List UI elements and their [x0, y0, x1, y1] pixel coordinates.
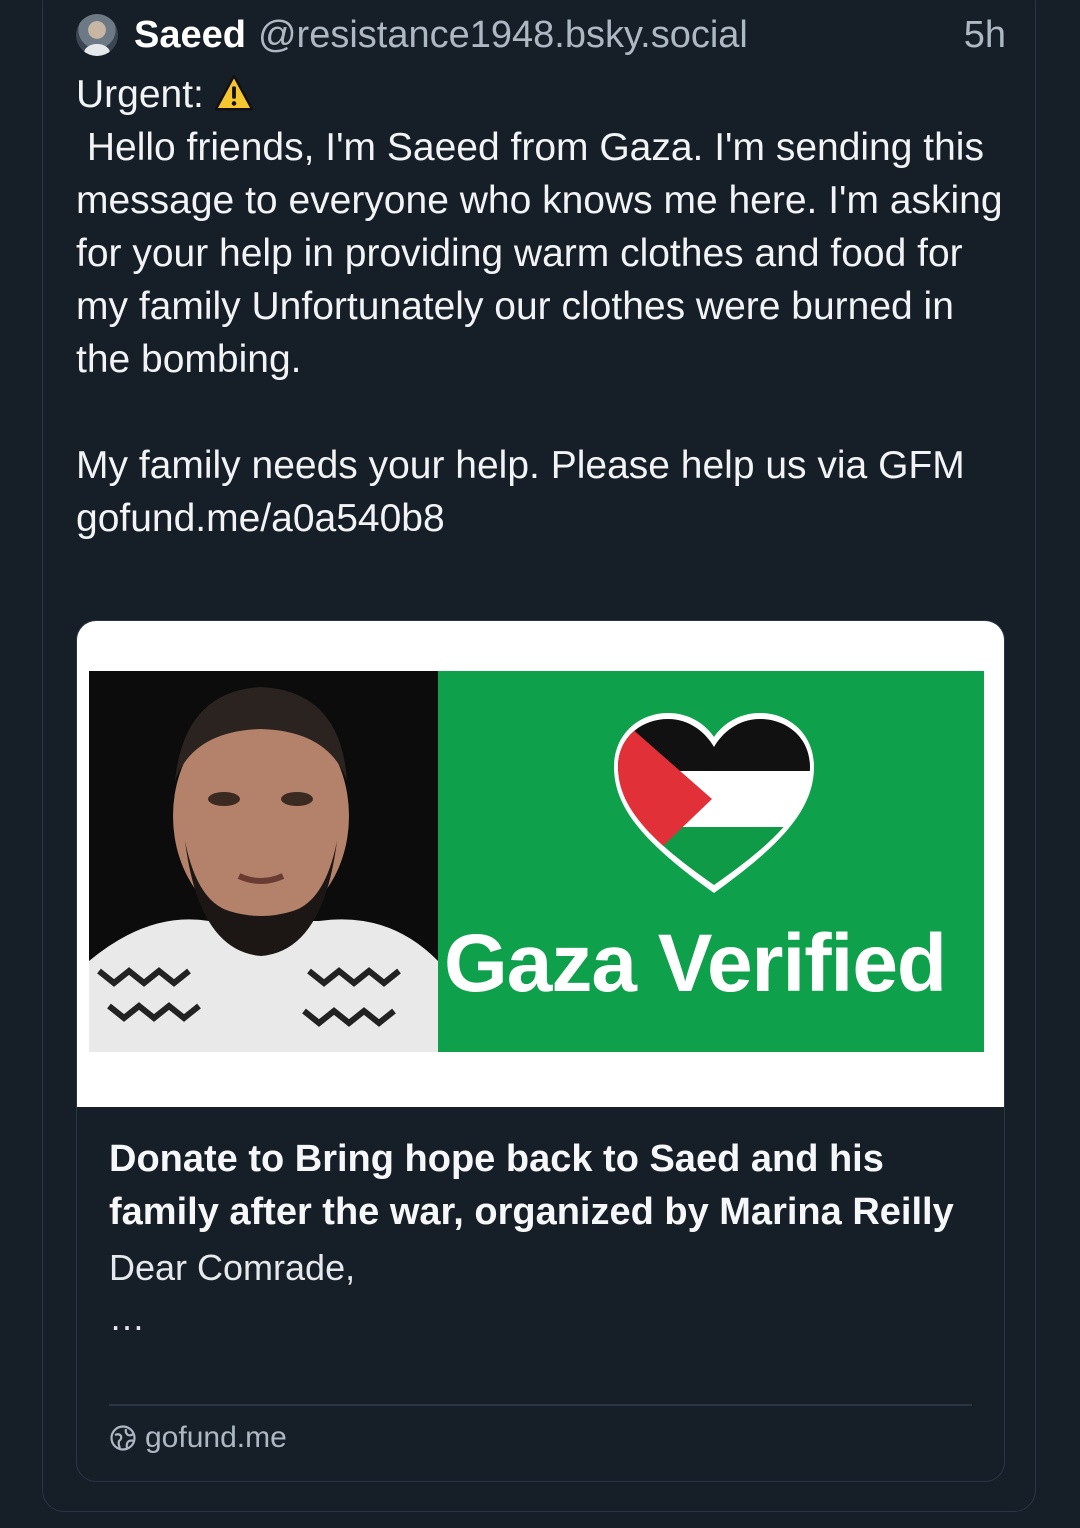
- urgent-label: Urgent:: [76, 73, 204, 116]
- link-card-image[interactable]: Gaza Verified: [77, 621, 1004, 1107]
- post-timestamp[interactable]: 5h: [964, 14, 1006, 57]
- person-photo: [89, 671, 438, 1052]
- link-card-domain: gofund.me: [109, 1421, 287, 1455]
- link-card-description: Dear Comrade, …: [109, 1247, 356, 1338]
- link-card-domain-text: gofund.me: [145, 1421, 287, 1454]
- post-header: Saeed @resistance1948.bsky.social 5h: [76, 10, 1006, 60]
- post: Saeed @resistance1948.bsky.social 5h Urg…: [76, 10, 1006, 545]
- link-card-text: Donate to Bring hope back to Saed and hi…: [109, 1133, 969, 1343]
- author-handle[interactable]: @resistance1948.bsky.social: [258, 14, 948, 57]
- gaza-verified-badge: Gaza Verified: [438, 671, 984, 1052]
- warning-icon: [214, 74, 253, 111]
- post-link[interactable]: gofund.me/a0a540b8: [76, 497, 445, 540]
- post-text: Hello friends, I'm Saeed from Gaza. I'm …: [76, 126, 1003, 487]
- link-card-title[interactable]: Donate to Bring hope back to Saed and hi…: [109, 1133, 969, 1239]
- post-body: Urgent: Hello friends, I'm Saeed from Ga…: [76, 68, 1006, 545]
- avatar[interactable]: [76, 14, 118, 56]
- link-card[interactable]: Gaza Verified Donate to Bring hope back …: [76, 620, 1005, 1482]
- globe-icon: [110, 1425, 136, 1451]
- gaza-verified-text: Gaza Verified: [444, 918, 947, 1009]
- link-card-divider: [109, 1404, 972, 1406]
- author-name[interactable]: Saeed: [134, 14, 246, 57]
- palestine-heart-icon: [614, 713, 814, 893]
